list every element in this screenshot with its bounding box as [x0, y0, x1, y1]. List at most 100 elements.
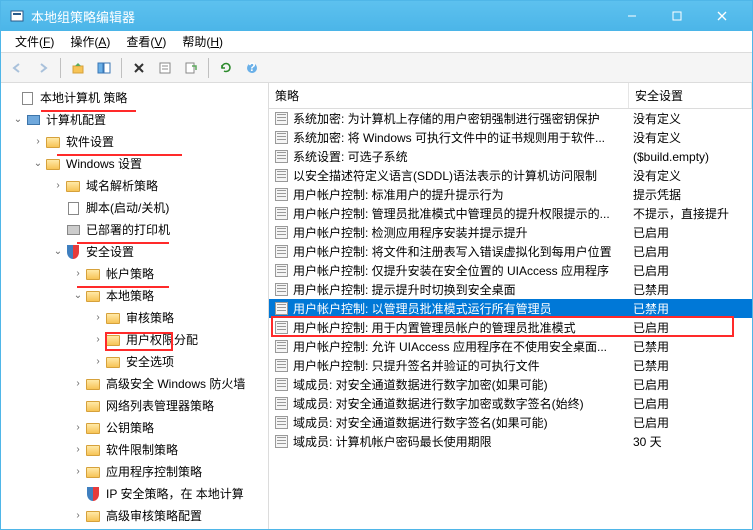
tree-account-policies[interactable]: ›帐户策略: [1, 263, 268, 285]
folder-icon: [85, 442, 101, 458]
tree-printers[interactable]: 已部署的打印机: [1, 219, 268, 241]
list-row[interactable]: 用户帐户控制: 管理员批准模式中管理员的提升权限提示的...不提示，直接提升: [269, 204, 752, 223]
list-row[interactable]: 域成员: 对安全通道数据进行数字签名(如果可能)已启用: [269, 413, 752, 432]
list-row[interactable]: 用户帐户控制: 只提升签名并验证的可执行文件已禁用: [269, 356, 752, 375]
tree-windows-settings[interactable]: ⌄Windows 设置: [1, 153, 268, 175]
tree-label: 公钥策略: [104, 418, 156, 438]
expand-icon[interactable]: ⌄: [11, 110, 25, 130]
cell-policy: 用户帐户控制: 管理员批准模式中管理员的提升权限提示的...: [293, 205, 633, 222]
list-row[interactable]: 用户帐户控制: 用于内置管理员帐户的管理员批准模式已启用: [269, 318, 752, 337]
tree-label: 计算机配置: [44, 110, 108, 130]
expand-icon[interactable]: ›: [71, 506, 85, 526]
properties-button[interactable]: [153, 56, 177, 80]
tree-local-policies[interactable]: ⌄本地策略: [1, 285, 268, 307]
list-row[interactable]: 用户帐户控制: 以管理员批准模式运行所有管理员已禁用: [269, 299, 752, 318]
expand-icon[interactable]: ›: [91, 308, 105, 328]
expand-icon[interactable]: ›: [71, 374, 85, 394]
delete-button[interactable]: [127, 56, 151, 80]
menu-help[interactable]: 帮助(H): [174, 31, 231, 52]
tree-label: 应用程序控制策略: [104, 462, 204, 482]
cell-setting: 已禁用: [633, 357, 752, 374]
list-row[interactable]: 用户帐户控制: 检测应用程序安装并提示提升已启用: [269, 223, 752, 242]
tree-security-options[interactable]: ›安全选项: [1, 351, 268, 373]
cell-policy: 域成员: 对安全通道数据进行数字签名(如果可能): [293, 414, 633, 431]
tree-security-settings[interactable]: ⌄安全设置: [1, 241, 268, 263]
list-row[interactable]: 用户帐户控制: 标准用户的提升提示行为提示凭据: [269, 185, 752, 204]
cell-policy: 系统加密: 将 Windows 可执行文件中的证书规则用于软件...: [293, 129, 633, 146]
expand-icon[interactable]: ›: [91, 352, 105, 372]
tree-root[interactable]: 本地计算机 策略: [1, 87, 268, 109]
help-button[interactable]: ?: [240, 56, 264, 80]
back-button[interactable]: [5, 56, 29, 80]
tree-scripts[interactable]: 脚本(启动/关机): [1, 197, 268, 219]
column-policy[interactable]: 策略: [269, 83, 629, 108]
menu-action[interactable]: 操作(A): [62, 31, 118, 52]
expand-icon[interactable]: ›: [71, 418, 85, 438]
expand-icon[interactable]: ⌄: [51, 242, 65, 262]
tree-public-key[interactable]: › 公钥策略: [1, 417, 268, 439]
tree-panel[interactable]: 本地计算机 策略 ⌄ 计算机配置 ›软件设置 ⌄Windows 设置 ›域名解析策…: [1, 83, 269, 529]
list-row[interactable]: 域成员: 对安全通道数据进行数字加密或数字签名(始终)已启用: [269, 394, 752, 413]
expand-icon[interactable]: ›: [71, 264, 85, 284]
list-row[interactable]: 用户帐户控制: 提示提升时切换到安全桌面已禁用: [269, 280, 752, 299]
expand-icon[interactable]: ›: [31, 132, 45, 152]
cell-policy: 用户帐户控制: 允许 UIAccess 应用程序在不使用安全桌面...: [293, 338, 633, 355]
list-row[interactable]: 域成员: 对安全通道数据进行数字加密(如果可能)已启用: [269, 375, 752, 394]
tree-ip-security[interactable]: IP 安全策略，在 本地计算: [1, 483, 268, 505]
show-hide-tree-button[interactable]: [92, 56, 116, 80]
tree-advanced-audit[interactable]: ›高级审核策略配置: [1, 505, 268, 527]
cell-setting: 不提示，直接提升: [633, 205, 752, 222]
list-row[interactable]: 用户帐户控制: 允许 UIAccess 应用程序在不使用安全桌面...已禁用: [269, 337, 752, 356]
list-row[interactable]: 系统加密: 将 Windows 可执行文件中的证书规则用于软件...没有定义: [269, 128, 752, 147]
list-row[interactable]: 系统设置: 可选子系统($build.empty): [269, 147, 752, 166]
cell-policy: 用户帐户控制: 用于内置管理员帐户的管理员批准模式: [293, 319, 633, 336]
cell-policy: 用户帐户控制: 只提升签名并验证的可执行文件: [293, 357, 633, 374]
menu-action-label: 操作(A): [70, 35, 110, 49]
list-row[interactable]: 域成员: 计算机帐户密码最长使用期限30 天: [269, 432, 752, 451]
up-button[interactable]: [66, 56, 90, 80]
menu-file[interactable]: 文件(F): [7, 31, 62, 52]
expand-icon[interactable]: ⌄: [31, 154, 45, 174]
refresh-button[interactable]: [214, 56, 238, 80]
tree-dns-policy[interactable]: ›域名解析策略: [1, 175, 268, 197]
menu-view[interactable]: 查看(V): [118, 31, 174, 52]
policy-icon: [273, 225, 289, 241]
cell-policy: 用户帐户控制: 提示提升时切换到安全桌面: [293, 281, 633, 298]
forward-button[interactable]: [31, 56, 55, 80]
tree-label: 本地计算机 策略: [38, 88, 129, 108]
list-row[interactable]: 系统加密: 为计算机上存储的用户密钥强制进行强密钥保护没有定义: [269, 109, 752, 128]
tree-app-control[interactable]: › 应用程序控制策略: [1, 461, 268, 483]
tree-firewall[interactable]: › 高级安全 Windows 防火墙: [1, 373, 268, 395]
expand-icon[interactable]: ›: [71, 462, 85, 482]
column-setting[interactable]: 安全设置: [629, 83, 752, 108]
policy-icon: [273, 263, 289, 279]
tree-software-settings[interactable]: ›软件设置: [1, 131, 268, 153]
list-row[interactable]: 用户帐户控制: 将文件和注册表写入错误虚拟化到每用户位置已启用: [269, 242, 752, 261]
list-row[interactable]: 以安全描述符定义语言(SDDL)语法表示的计算机访问限制没有定义: [269, 166, 752, 185]
export-button[interactable]: [179, 56, 203, 80]
close-button[interactable]: [699, 2, 744, 30]
policy-icon: [273, 358, 289, 374]
menu-help-label: 帮助(H): [182, 35, 223, 49]
cell-setting: 已启用: [633, 376, 752, 393]
list-panel[interactable]: 策略 安全设置 系统加密: 为计算机上存储的用户密钥强制进行强密钥保护没有定义系…: [269, 83, 752, 529]
tree-software-restriction[interactable]: › 软件限制策略: [1, 439, 268, 461]
tree-label: 软件限制策略: [104, 440, 180, 460]
maximize-button[interactable]: [654, 2, 699, 30]
expand-icon[interactable]: ›: [51, 176, 65, 196]
tree-user-rights[interactable]: ›用户权限分配: [1, 329, 268, 351]
tree-audit-policy[interactable]: ›审核策略: [1, 307, 268, 329]
list-row[interactable]: 用户帐户控制: 仅提升安装在安全位置的 UIAccess 应用程序已启用: [269, 261, 752, 280]
tree-computer-config[interactable]: ⌄ 计算机配置: [1, 109, 268, 131]
cell-policy: 以安全描述符定义语言(SDDL)语法表示的计算机访问限制: [293, 167, 633, 184]
expand-icon[interactable]: ›: [91, 330, 105, 350]
separator: [121, 58, 122, 78]
tree-network-list[interactable]: 网络列表管理器策略: [1, 395, 268, 417]
folder-icon: [85, 508, 101, 524]
expand-icon[interactable]: ⌄: [71, 286, 85, 306]
policy-icon: [273, 415, 289, 431]
expand-icon[interactable]: ›: [71, 440, 85, 460]
tree-label: 高级安全 Windows 防火墙: [104, 374, 247, 394]
script-icon: [65, 200, 81, 216]
minimize-button[interactable]: [609, 2, 654, 30]
